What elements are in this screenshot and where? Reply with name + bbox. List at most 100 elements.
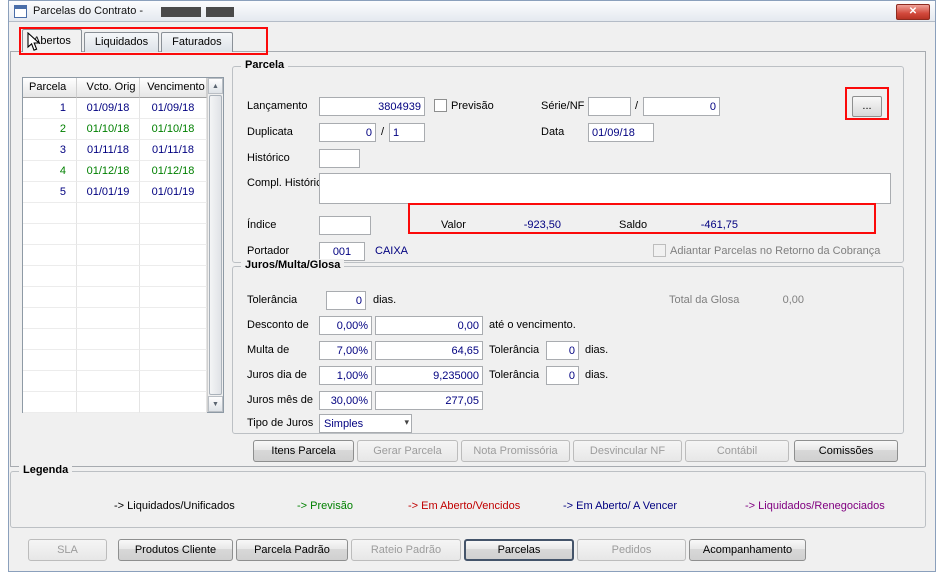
table-row[interactable]: 2 01/10/18 01/10/18 xyxy=(23,119,207,140)
tab-abertos[interactable]: Abertos xyxy=(22,29,82,52)
multa-pct-input[interactable] xyxy=(319,341,372,360)
tab-strip: Abertos Liquidados Faturados xyxy=(22,29,235,52)
table-header: Parcela Vcto. Orig Vencimento xyxy=(23,78,223,98)
tolerancia-dias-label: dias. xyxy=(373,294,397,306)
cell-vcto-orig: 01/10/18 xyxy=(77,119,140,140)
itens-parcela-button[interactable]: Itens Parcela xyxy=(253,440,354,462)
bottom-tab-parcela-padrao[interactable]: Parcela Padrão xyxy=(236,539,348,561)
nf-input[interactable] xyxy=(643,97,720,116)
bottom-tab-pedidos[interactable]: Pedidos xyxy=(577,539,686,561)
table-row-empty[interactable] xyxy=(23,224,207,245)
close-button[interactable]: ✕ xyxy=(896,4,930,20)
historico-input[interactable] xyxy=(319,149,360,168)
serie-nf-label: Série/NF xyxy=(541,100,585,112)
duplicata-seq-input[interactable] xyxy=(389,123,425,142)
table-row-empty[interactable] xyxy=(23,203,207,224)
bottom-tab-parcelas[interactable]: Parcelas xyxy=(464,539,574,561)
group-parcela-title: Parcela xyxy=(241,59,289,71)
scroll-down-icon[interactable]: ▼ xyxy=(208,396,223,412)
table-row-empty[interactable] xyxy=(23,371,207,392)
tolerancia-label: Tolerância xyxy=(247,294,298,306)
legend-liquidados-unificados: -> Liquidados/Unificados xyxy=(114,500,235,512)
cell-vcto-orig: 01/09/18 xyxy=(77,98,140,119)
title-bar[interactable]: Parcelas do Contrato - ✕ xyxy=(9,1,935,22)
table-row-empty[interactable] xyxy=(23,392,207,413)
valor-label: Valor xyxy=(441,219,466,231)
table-row-empty[interactable] xyxy=(23,287,207,308)
juros-dia-valor-input[interactable] xyxy=(375,366,483,385)
table-row-empty[interactable] xyxy=(23,245,207,266)
multa-valor-input[interactable] xyxy=(375,341,483,360)
compl-historico-input[interactable] xyxy=(319,173,891,204)
saldo-label: Saldo xyxy=(619,219,648,231)
cell-parcela: 2 xyxy=(23,119,77,140)
serie-nf-separator: / xyxy=(635,100,639,112)
chevron-down-icon: ▾ xyxy=(404,417,409,427)
multa-label: Multa de xyxy=(247,344,290,356)
scrollbar-thumb[interactable] xyxy=(209,95,222,395)
juros-dia-pct-input[interactable] xyxy=(319,366,372,385)
table-row-empty[interactable] xyxy=(23,350,207,371)
contabil-button[interactable]: Contábil xyxy=(685,440,789,462)
column-header-parcela[interactable]: Parcela xyxy=(23,78,77,98)
ate-vencimento-label: até o vencimento. xyxy=(489,319,576,331)
previsao-label: Previsão xyxy=(451,100,494,112)
previsao-checkbox[interactable] xyxy=(434,99,447,112)
table-row[interactable]: 3 01/11/18 01/11/18 xyxy=(23,140,207,161)
juros-dia-label: Juros dia de xyxy=(247,369,307,381)
window-icon xyxy=(14,5,27,18)
table-row-empty[interactable] xyxy=(23,329,207,350)
data-input[interactable] xyxy=(588,123,654,142)
title-redaction xyxy=(206,7,234,17)
multa-tolerancia-input[interactable] xyxy=(546,341,579,360)
lancamento-input[interactable] xyxy=(319,97,425,116)
desvincular-nf-button[interactable]: Desvincular NF xyxy=(573,440,682,462)
bottom-tab-sla[interactable]: SLA xyxy=(28,539,107,561)
valor-value: -923,50 xyxy=(523,219,561,231)
column-header-vcto-orig[interactable]: Vcto. Orig xyxy=(77,78,140,98)
column-header-vencimento[interactable]: Vencimento xyxy=(140,78,207,98)
multa-dias-label: dias. xyxy=(585,344,609,356)
bottom-tab-acompanhamento[interactable]: Acompanhamento xyxy=(689,539,806,561)
tipo-juros-label: Tipo de Juros xyxy=(247,417,314,429)
juros-mes-valor-input[interactable] xyxy=(375,391,483,410)
indice-input[interactable] xyxy=(319,216,371,235)
table-row[interactable]: 1 01/09/18 01/09/18 xyxy=(23,98,207,119)
table-row[interactable]: 5 01/01/19 01/01/19 xyxy=(23,182,207,203)
table-row-empty[interactable] xyxy=(23,308,207,329)
legend-liquidados-renegociados: -> Liquidados/Renegociados xyxy=(745,500,885,512)
table-scrollbar[interactable]: ▲ ▼ xyxy=(207,78,223,412)
table-row-empty[interactable] xyxy=(23,266,207,287)
multa-tolerancia-label: Tolerância xyxy=(489,344,540,356)
indice-label: Índice xyxy=(247,219,277,231)
nota-promissoria-button[interactable]: Nota Promissória xyxy=(461,440,570,462)
nf-browse-button[interactable]: ... xyxy=(852,96,882,117)
juros-mes-label: Juros mês de xyxy=(247,394,314,406)
close-icon: ✕ xyxy=(908,6,918,17)
tab-faturados[interactable]: Faturados xyxy=(161,32,233,52)
table-row[interactable]: 4 01/12/18 01/12/18 xyxy=(23,161,207,182)
cell-vencimento: 01/12/18 xyxy=(140,161,207,182)
desconto-pct-input[interactable] xyxy=(319,316,372,335)
tab-liquidados[interactable]: Liquidados xyxy=(83,32,160,52)
duplicata-separator: / xyxy=(381,126,385,138)
compl-historico-label: Compl. Histórico xyxy=(247,177,328,189)
bottom-tab-produtos-cliente[interactable]: Produtos Cliente xyxy=(118,539,233,561)
adiantar-parcelas-checkbox[interactable] xyxy=(653,244,666,257)
cell-parcela: 3 xyxy=(23,140,77,161)
comissoes-button[interactable]: Comissões xyxy=(794,440,898,462)
tipo-juros-select[interactable]: Simples ▾ xyxy=(319,414,412,433)
desconto-valor-input[interactable] xyxy=(375,316,483,335)
juros-dia-tolerancia-input[interactable] xyxy=(546,366,579,385)
serie-input[interactable] xyxy=(588,97,631,116)
tolerancia-input[interactable] xyxy=(326,291,366,310)
scroll-up-icon[interactable]: ▲ xyxy=(208,78,223,94)
juros-mes-pct-input[interactable] xyxy=(319,391,372,410)
duplicata-input[interactable] xyxy=(319,123,376,142)
bottom-tab-rateio-padrao[interactable]: Rateio Padrão xyxy=(351,539,461,561)
lancamento-label: Lançamento xyxy=(247,100,308,112)
gerar-parcela-button[interactable]: Gerar Parcela xyxy=(357,440,458,462)
juros-dia-tolerancia-label: Tolerância xyxy=(489,369,540,381)
table-body: 1 01/09/18 01/09/18 2 01/10/18 01/10/18 … xyxy=(23,98,207,413)
data-label: Data xyxy=(541,126,565,138)
